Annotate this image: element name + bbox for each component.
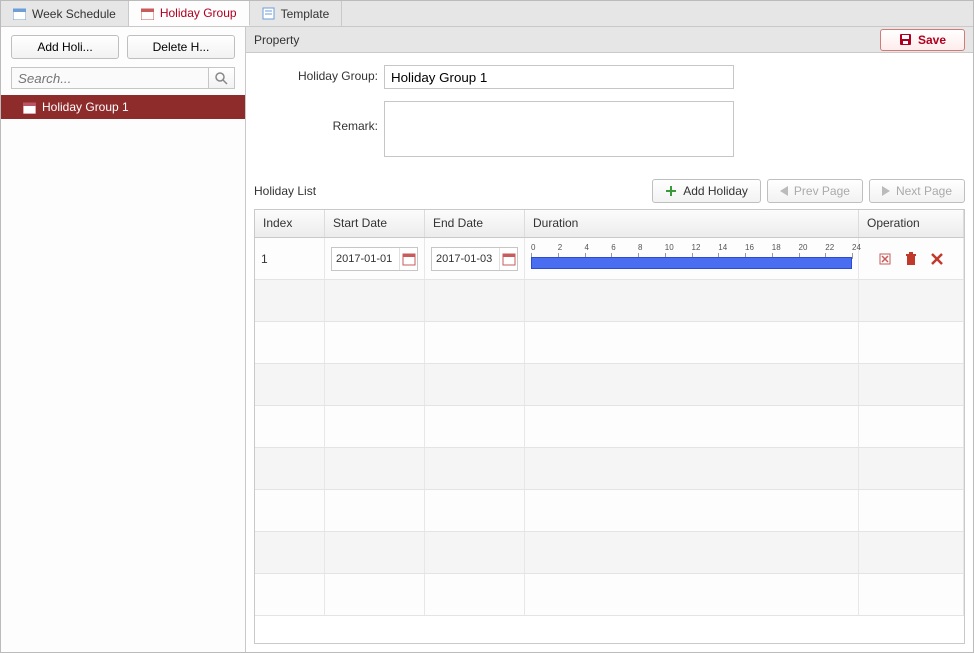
end-date-input[interactable]: 2017-01-03 (431, 247, 518, 271)
cell-end-date: 2017-01-03 (425, 238, 525, 279)
table-row-empty (255, 280, 964, 322)
duration-bar[interactable] (531, 257, 852, 269)
calendar-icon (13, 7, 26, 20)
top-tabs: Week Schedule Holiday Group Template (1, 1, 973, 27)
clear-icon[interactable] (877, 251, 893, 267)
table-row: 12017-01-01 2017-01-03 0246810121416182022… (255, 238, 964, 280)
table-row-empty (255, 322, 964, 364)
tab-label: Week Schedule (32, 7, 116, 21)
start-date-input[interactable]: 2017-01-01 (331, 247, 418, 271)
tab-template[interactable]: Template (250, 1, 343, 26)
prev-page-label: Prev Page (794, 184, 850, 198)
tab-holiday-group[interactable]: Holiday Group (129, 1, 250, 26)
table-row-empty (255, 574, 964, 616)
save-icon (899, 33, 912, 46)
table-row-empty (255, 490, 964, 532)
add-holiday-button[interactable]: Add Holiday (652, 179, 761, 203)
group-name-label: Holiday Group: (254, 65, 384, 83)
arrow-right-icon (882, 186, 890, 196)
add-holiday-label: Add Holiday (683, 184, 748, 198)
calendar-icon (23, 101, 36, 114)
table-row-empty (255, 364, 964, 406)
delete-icon[interactable] (929, 251, 945, 267)
col-index: Index (255, 210, 325, 237)
delete-holiday-group-button[interactable]: Delete H... (127, 35, 235, 59)
prev-page-button[interactable]: Prev Page (767, 179, 863, 203)
tab-week-schedule[interactable]: Week Schedule (1, 1, 129, 26)
table-row-empty (255, 532, 964, 574)
remark-textarea[interactable] (384, 101, 734, 157)
cell-operation (859, 238, 964, 279)
arrow-left-icon (780, 186, 788, 196)
cell-index: 1 (255, 238, 325, 279)
group-item-label: Holiday Group 1 (42, 100, 129, 114)
remark-label: Remark: (254, 101, 384, 133)
magnifier-icon (215, 72, 228, 85)
property-header: Property (254, 33, 299, 47)
group-list: Holiday Group 1 (1, 95, 245, 652)
next-page-label: Next Page (896, 184, 952, 198)
sidebar: Add Holi... Delete H... Holiday Group 1 (1, 27, 246, 652)
calendar-icon (141, 7, 154, 20)
table-row-empty (255, 448, 964, 490)
col-operation: Operation (859, 210, 964, 237)
group-name-input[interactable] (384, 65, 734, 89)
template-icon (262, 7, 275, 20)
calendar-icon[interactable] (499, 248, 517, 270)
search-button[interactable] (209, 67, 235, 89)
holiday-grid: Index Start Date End Date Duration Opera… (254, 209, 965, 644)
col-duration: Duration (525, 210, 859, 237)
cell-start-date: 2017-01-01 (325, 238, 425, 279)
holiday-list-title: Holiday List (254, 184, 316, 198)
trash-icon[interactable] (903, 251, 919, 267)
next-page-button[interactable]: Next Page (869, 179, 965, 203)
save-label: Save (918, 33, 946, 47)
cell-duration[interactable]: 024681012141618202224 (525, 238, 859, 279)
col-end: End Date (425, 210, 525, 237)
plus-icon (665, 185, 677, 197)
col-start: Start Date (325, 210, 425, 237)
calendar-icon[interactable] (399, 248, 417, 270)
add-holiday-group-button[interactable]: Add Holi... (11, 35, 119, 59)
tab-label: Template (281, 7, 330, 21)
search-input[interactable] (11, 67, 209, 89)
save-button[interactable]: Save (880, 29, 965, 51)
tab-label: Holiday Group (160, 6, 237, 20)
group-list-item[interactable]: Holiday Group 1 (1, 95, 245, 119)
table-row-empty (255, 406, 964, 448)
